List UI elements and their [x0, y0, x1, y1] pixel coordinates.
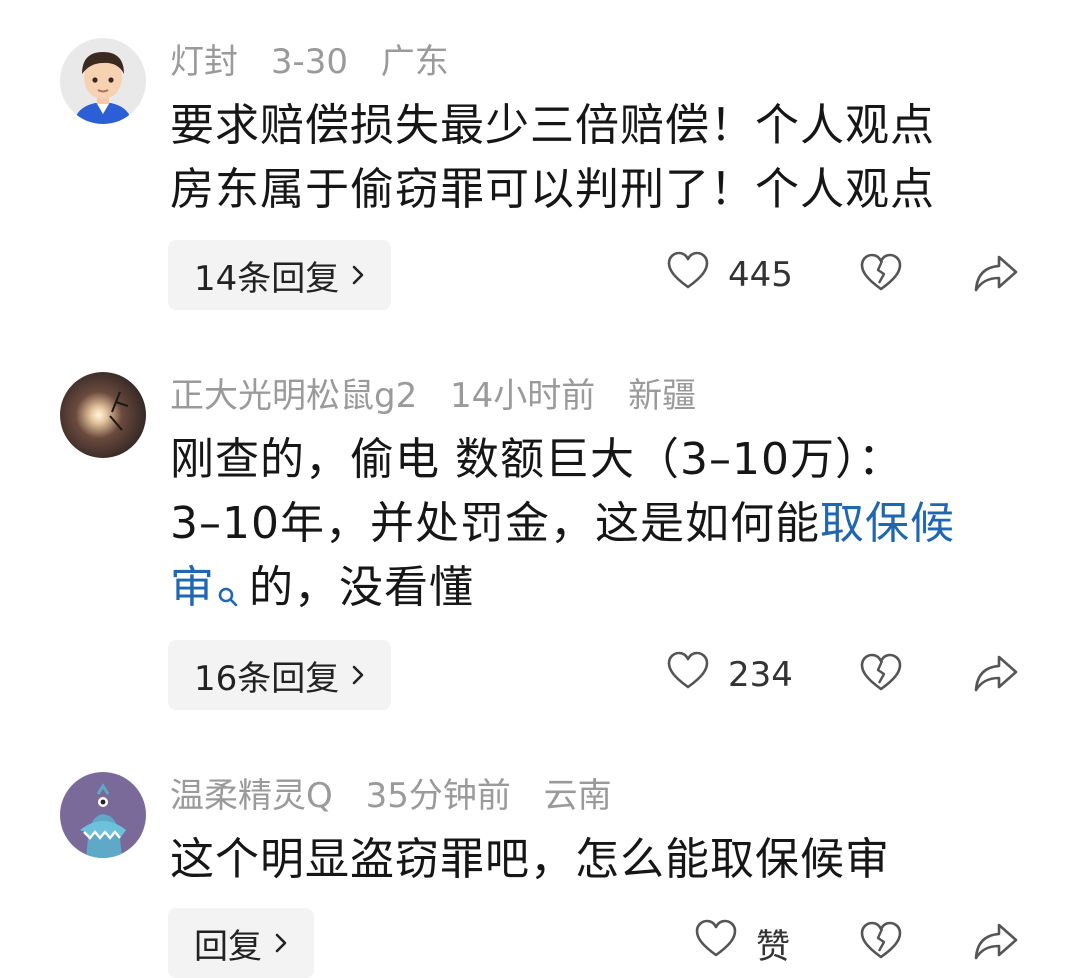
- reply-button[interactable]: 回复: [168, 908, 314, 978]
- comment-meta: 温柔精灵Q 35分钟前 云南: [170, 776, 634, 816]
- comment-line: 刚查的，偷电 数额巨大（3–10万）：: [170, 434, 903, 485]
- comment-line: 要求赔偿损失最少三倍赔偿！个人观点: [170, 100, 935, 151]
- timestamp: 14小时前: [450, 376, 596, 416]
- broken-heart-icon: [859, 253, 903, 297]
- dislike-button[interactable]: [858, 652, 904, 698]
- dislike-button[interactable]: [858, 920, 904, 966]
- chevron-right-icon: [274, 932, 288, 954]
- dislike-button[interactable]: [858, 252, 904, 298]
- share-button[interactable]: [972, 920, 1020, 966]
- broken-heart-icon: [859, 921, 903, 965]
- share-button[interactable]: [972, 652, 1020, 698]
- search-icon[interactable]: [217, 562, 239, 626]
- view-replies-button[interactable]: 14条回复: [168, 240, 392, 310]
- timestamp: 3-30: [270, 42, 348, 82]
- reply-label: 14条回复: [194, 258, 340, 299]
- avatar[interactable]: [60, 372, 146, 458]
- heart-icon: [666, 651, 710, 700]
- comment-line: 审的，没看懂: [170, 556, 1010, 626]
- username[interactable]: 正大光明松鼠g2: [170, 376, 417, 416]
- comment-meta: 灯封 3-30 广东: [170, 42, 471, 82]
- share-icon: [973, 253, 1019, 297]
- like-count: 赞: [756, 926, 790, 967]
- search-link[interactable]: 取保候: [820, 498, 955, 549]
- broken-heart-icon: [859, 653, 903, 697]
- chevron-right-icon: [351, 264, 365, 286]
- region: 新疆: [628, 376, 697, 416]
- comment-meta: 正大光明松鼠g2 14小时前 新疆: [170, 376, 718, 416]
- comment-text: 这个明显盗窃罪吧，怎么能取保候审: [170, 828, 1010, 892]
- comment-line: 房东属于偷窃罪可以判刑了！个人观点: [170, 164, 935, 215]
- comment-text: 要求赔偿损失最少三倍赔偿！个人观点 房东属于偷窃罪可以判刑了！个人观点: [170, 94, 1010, 222]
- comment-line: 3–10年，并处罚金，这是如何能取保候: [170, 498, 955, 549]
- like-count: 234: [728, 655, 793, 695]
- username[interactable]: 温柔精灵Q: [170, 776, 333, 816]
- share-icon: [973, 653, 1019, 697]
- region: 广东: [380, 42, 449, 82]
- like-button[interactable]: 234: [666, 640, 793, 710]
- avatar[interactable]: [60, 38, 146, 124]
- comment-line: 这个明显盗窃罪吧，怎么能取保候审: [170, 834, 890, 885]
- username[interactable]: 灯封: [170, 42, 238, 82]
- share-button[interactable]: [972, 252, 1020, 298]
- view-replies-button[interactable]: 16条回复: [168, 640, 392, 710]
- comment-text: 刚查的，偷电 数额巨大（3–10万）： 3–10年，并处罚金，这是如何能取保候 …: [170, 428, 1010, 626]
- reply-label: 回复: [194, 926, 262, 967]
- like-button[interactable]: 赞: [694, 908, 790, 978]
- region: 云南: [543, 776, 612, 816]
- like-button[interactable]: 445: [666, 240, 793, 310]
- timestamp: 35分钟前: [365, 776, 511, 816]
- reply-label: 16条回复: [194, 658, 340, 699]
- heart-icon: [666, 251, 710, 300]
- like-count: 445: [728, 255, 793, 295]
- share-icon: [973, 921, 1019, 965]
- chevron-right-icon: [351, 664, 365, 686]
- avatar[interactable]: [60, 772, 146, 858]
- heart-icon: [694, 919, 738, 968]
- search-link[interactable]: 审: [170, 562, 215, 613]
